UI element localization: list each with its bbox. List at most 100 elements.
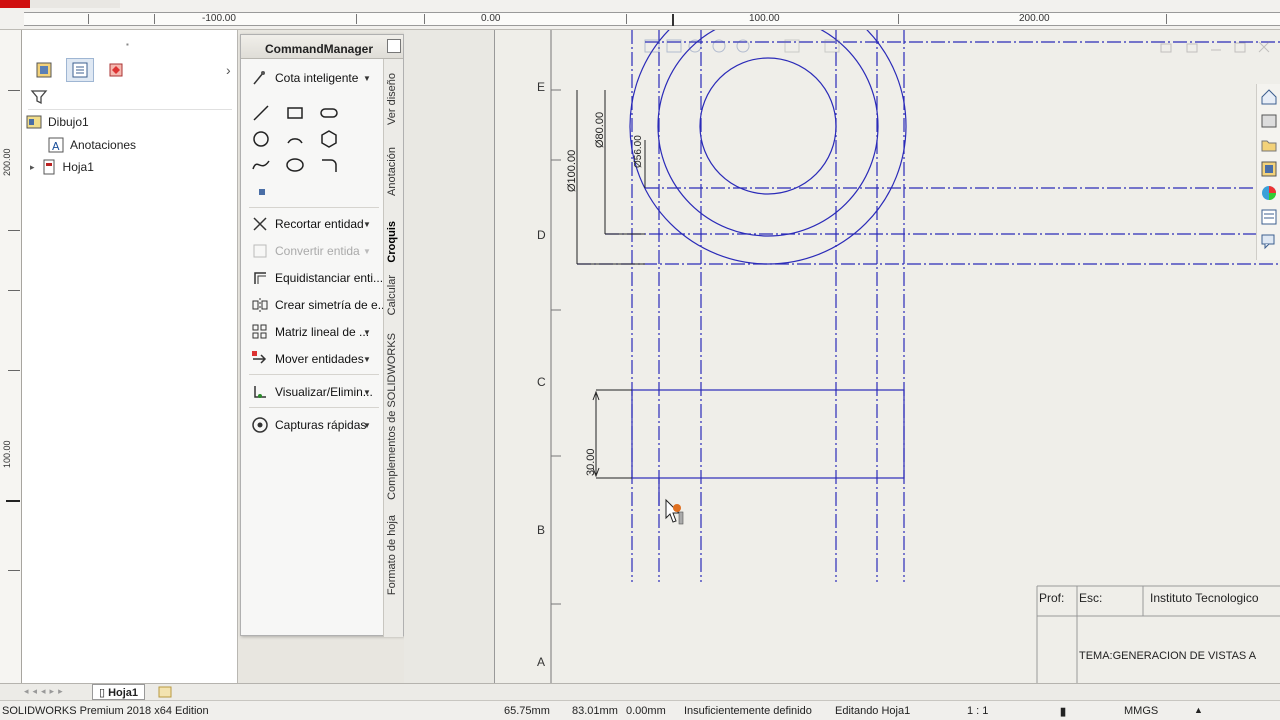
property-manager-tab[interactable] xyxy=(66,58,94,82)
dimension-text[interactable]: Ø100.00 xyxy=(566,150,578,192)
circle-icon[interactable] xyxy=(251,129,271,149)
fillet-icon[interactable] xyxy=(319,155,339,175)
ruler-tick-label: -100.00 xyxy=(202,13,236,24)
custom-properties-icon[interactable] xyxy=(1260,208,1278,226)
dimension-text[interactable]: Ø80.00 xyxy=(594,112,606,148)
spline-icon[interactable] xyxy=(251,155,271,175)
sheet-nav-arrows-icon[interactable]: ◂◂◂▸▸ xyxy=(24,686,67,697)
dropdown-arrow-icon[interactable]: ▼ xyxy=(363,355,371,364)
rapid-sketch-button[interactable]: Capturas rápidas ▼ xyxy=(251,416,371,434)
zone-letter: C xyxy=(537,375,546,389)
middle-circle[interactable] xyxy=(657,30,879,237)
offset-entities-button[interactable]: Equidistanciar enti... xyxy=(251,269,383,287)
tab-sketch[interactable]: Croquis xyxy=(386,221,398,263)
forum-icon[interactable] xyxy=(1260,232,1278,250)
tab-solidworks-addins[interactable]: Complementos de SOLIDWORKS xyxy=(386,333,398,500)
feature-tree-tab[interactable] xyxy=(30,58,58,82)
drawing-canvas[interactable]: E D C B A Ø100.00 Ø80.00 Ø56.00 30.00 Pr… xyxy=(494,30,1280,685)
units-dropdown-icon[interactable]: ▲ xyxy=(1194,705,1203,715)
ruler-tick-label: 100.00 xyxy=(749,13,780,24)
trim-icon xyxy=(253,217,267,231)
move-entities-button[interactable]: Mover entidades ▼ xyxy=(251,350,371,368)
diameter-dimensions[interactable] xyxy=(576,90,646,265)
status-z-coord: 0.00mm xyxy=(626,705,666,717)
ruler-mark xyxy=(88,14,89,24)
status-bar: SOLIDWORKS Premium 2018 x64 Edition 65.7… xyxy=(0,700,1280,720)
dimension-text[interactable]: Ø56.00 xyxy=(633,135,644,168)
dropdown-arrow-icon[interactable]: ▼ xyxy=(363,388,371,397)
drawing-sheet[interactable]: E D C B A Ø100.00 Ø80.00 Ø56.00 30.00 xyxy=(495,30,1280,685)
zone-letter: D xyxy=(537,228,546,242)
window-controls[interactable] xyxy=(1160,41,1270,53)
tree-item-annotations[interactable]: A Anotaciones xyxy=(48,137,136,153)
polygon-icon[interactable] xyxy=(319,129,339,149)
expand-arrow-icon[interactable]: ▸ xyxy=(30,162,35,173)
relations-icon xyxy=(254,386,266,398)
command-label: Capturas rápidas xyxy=(275,418,367,432)
display-delete-relations-button[interactable]: Visualizar/Elimin... ▼ xyxy=(251,383,373,401)
status-scale[interactable]: 1 : 1 xyxy=(967,705,988,717)
arc-icon[interactable] xyxy=(285,129,305,149)
tab-view-layout[interactable]: Ver diseño xyxy=(386,73,398,125)
sheet-tab[interactable]: ▯ Hoja1 xyxy=(92,684,146,700)
tree-filter[interactable] xyxy=(28,86,232,110)
linear-pattern-button[interactable]: Matriz lineal de ... ▼ xyxy=(251,323,371,341)
front-view-outline[interactable] xyxy=(631,389,905,479)
trim-entities-button[interactable]: Recortar entidad ▼ xyxy=(251,215,371,233)
convert-entities-button[interactable]: Convertir entida ▼ xyxy=(251,242,371,260)
status-units[interactable]: MMGS xyxy=(1124,705,1158,717)
dropdown-arrow-icon[interactable]: ▼ xyxy=(363,74,371,83)
tab-annotation[interactable]: Anotación xyxy=(386,147,398,196)
ruler-mark xyxy=(8,230,20,231)
dimension-text[interactable]: 30.00 xyxy=(585,448,597,476)
panel-grip-icon[interactable]: ▪ xyxy=(126,40,129,49)
mirror-entities-button[interactable]: Crear simetría de e... xyxy=(251,296,388,314)
smart-dimension-button[interactable]: Cota inteligente ▼ xyxy=(251,69,371,87)
file-explorer-icon[interactable] xyxy=(1260,136,1278,154)
rebuild-icon[interactable]: ▮ xyxy=(1060,705,1066,718)
dropdown-arrow-icon[interactable]: ▼ xyxy=(363,220,371,229)
title-block-scale-label: Esc: xyxy=(1079,591,1103,605)
chevron-right-icon[interactable]: › xyxy=(226,62,231,78)
inner-circle[interactable] xyxy=(699,57,837,195)
outer-circle[interactable] xyxy=(629,30,907,265)
slot-icon[interactable] xyxy=(319,103,339,123)
tab-evaluate[interactable]: Calcular xyxy=(386,275,398,315)
front-view[interactable] xyxy=(631,389,905,506)
design-library-icon[interactable] xyxy=(1260,112,1278,130)
view-palette-icon[interactable] xyxy=(1260,160,1278,178)
dropdown-arrow-icon[interactable]: ▼ xyxy=(363,328,371,337)
dropdown-arrow-icon[interactable]: ▼ xyxy=(363,247,371,256)
rectangle-icon[interactable] xyxy=(285,103,305,123)
offset-icon xyxy=(254,272,266,284)
line-icon[interactable] xyxy=(251,103,271,123)
ruler-tick-label: 200.00 xyxy=(2,148,12,176)
title-block-prof-label: Prof: xyxy=(1039,591,1065,605)
point-icon[interactable] xyxy=(259,189,265,195)
sketch-tools-row xyxy=(251,103,339,123)
filter-icon[interactable] xyxy=(30,88,48,106)
tree-root-drawing[interactable]: Dibujo1 xyxy=(26,114,89,130)
ruler-mark xyxy=(8,290,20,291)
solidworks-logo xyxy=(0,0,120,8)
appearances-icon[interactable] xyxy=(1260,184,1278,202)
add-sheet-icon[interactable] xyxy=(158,686,172,698)
top-view[interactable] xyxy=(577,30,1280,582)
drawing-icon xyxy=(26,115,42,129)
pin-icon[interactable] xyxy=(387,39,401,53)
ellipse-icon[interactable] xyxy=(285,155,305,175)
height-dimension[interactable] xyxy=(592,389,632,479)
tab-sheet-format[interactable]: Formato de hoja xyxy=(386,515,398,595)
status-y-coord: 83.01mm xyxy=(572,705,618,717)
tree-item-label: Anotaciones xyxy=(70,138,137,152)
ruler-tick-label: 200.00 xyxy=(1019,13,1050,24)
dropdown-arrow-icon[interactable]: ▼ xyxy=(363,421,371,430)
sheet-icon xyxy=(43,159,55,175)
configuration-tab[interactable] xyxy=(102,58,130,82)
task-pane-toolbar xyxy=(1256,84,1280,260)
home-icon[interactable] xyxy=(1260,88,1278,106)
mirror-icon xyxy=(252,298,268,312)
command-manager-title[interactable]: CommandManager xyxy=(241,35,403,59)
ruler-mark xyxy=(424,14,425,24)
tree-item-sheet[interactable]: ▸ Hoja1 xyxy=(30,159,94,175)
